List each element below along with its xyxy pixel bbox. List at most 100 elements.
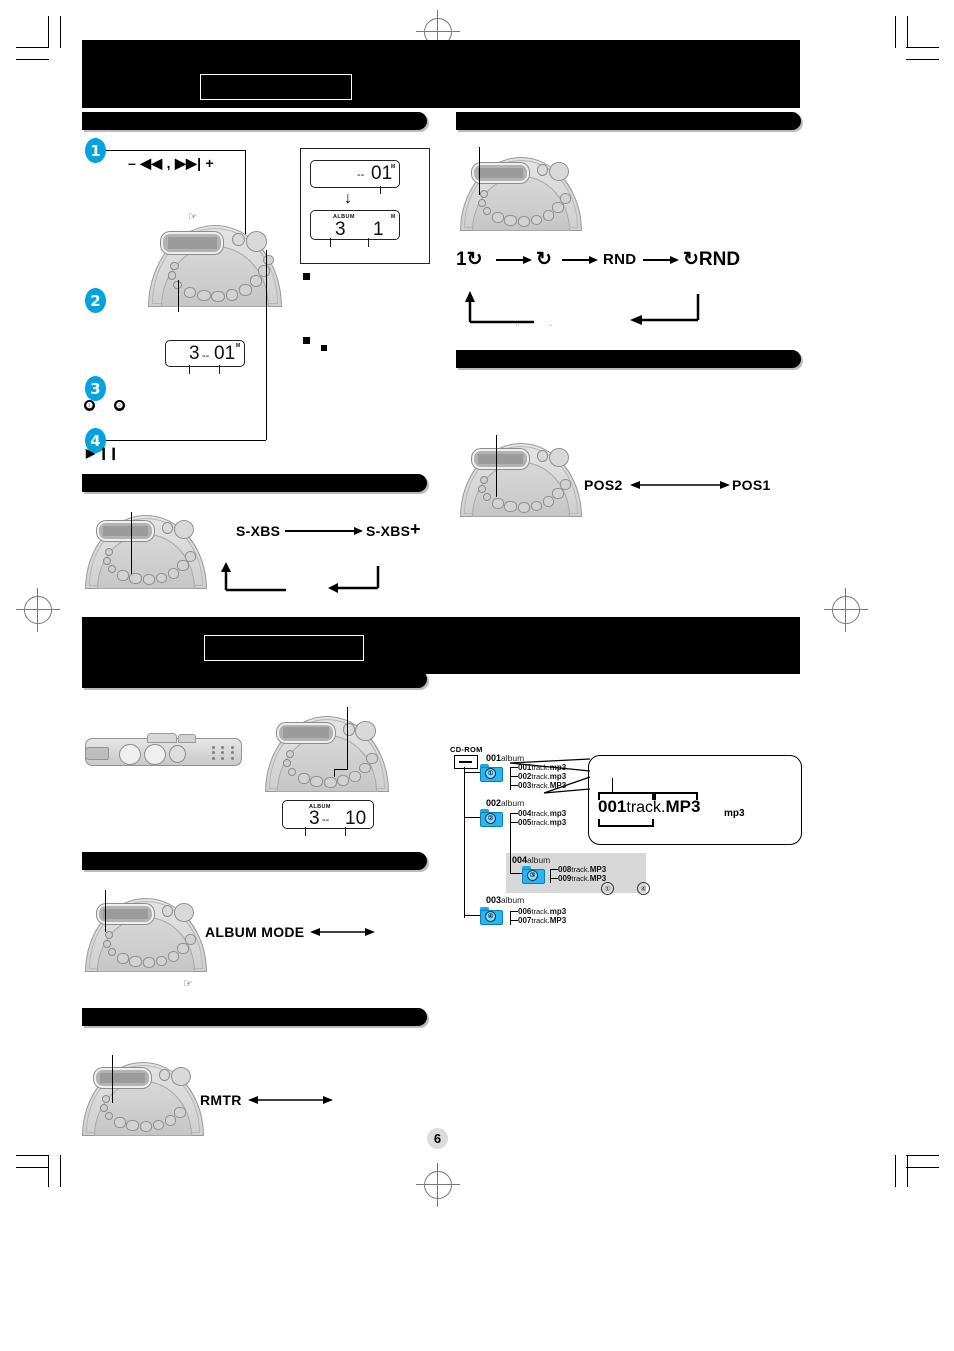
leader-line [178, 280, 179, 312]
tree-branch [510, 813, 511, 827]
repeat-arrow-2 [562, 256, 598, 264]
tree-ref-2: ④ [637, 882, 650, 895]
callout-pointer-lines [510, 758, 591, 794]
hand-pointer-icon: ☞ [188, 211, 198, 223]
bar-mp3-play [82, 670, 427, 688]
crop-mark [906, 59, 939, 60]
main-banner-2-title-box [204, 635, 364, 661]
album-mode-arrow [310, 928, 375, 936]
tree-track-007: 007track.MP3 [518, 916, 566, 925]
crop-mark [895, 1155, 896, 1187]
repeat-arrow-1 [496, 256, 532, 264]
lcd-tick [219, 365, 220, 374]
sxbs-right-label: S-XBS [366, 523, 411, 539]
repeat-mode-2: ↻ [536, 249, 552, 270]
tree-branch [510, 920, 518, 921]
repeat-small-mark-1: ·· [515, 322, 520, 329]
play-pause-label: ▶ ❙❙ [86, 446, 119, 460]
tree-album-003-num: 003 [486, 895, 502, 905]
player-illustration-rmtr [82, 1062, 204, 1136]
tree-branch [464, 817, 480, 818]
repeat-mode-3: RND [603, 251, 637, 268]
tree-album-004-num: 004 [512, 855, 528, 865]
tree-folder-1: ① [480, 764, 503, 782]
bullet-1-glyph: ❶ [85, 401, 94, 410]
sxbs-loop-arrows [221, 562, 380, 593]
tree-track-008-num: 008 [558, 865, 572, 874]
repeat-mode-4: ↻RND [683, 249, 741, 270]
tree-track-005: 005track.mp3 [518, 818, 566, 827]
cd-rom-icon [454, 755, 478, 769]
tree-album-004-word: album [527, 855, 551, 865]
crop-mark [895, 16, 896, 48]
crop-mark [16, 1155, 49, 1156]
leader-line [106, 150, 246, 151]
page-number: 6 [427, 1128, 448, 1149]
callout-filename: 001track.MP3 [598, 797, 700, 817]
tree-folder-2-num: ② [485, 813, 496, 824]
player-illustration-mp3 [265, 716, 389, 792]
tree-folder-1-num: ① [485, 768, 496, 779]
album-mode-label: ALBUM MODE [205, 924, 305, 940]
bar-album-mode [82, 852, 427, 870]
lcd-tick [380, 186, 381, 194]
tree-track-008-ext: MP3 [589, 865, 607, 874]
repeat-small-mark-2: ·· [548, 322, 553, 329]
pos-right-label: POS1 [732, 477, 771, 493]
tree-root-label: CD-ROM [450, 745, 483, 754]
crop-mark [906, 1167, 939, 1168]
tree-branch [510, 827, 511, 873]
bar-rmtr [82, 1008, 427, 1026]
bullet-1: ❶ [84, 400, 95, 411]
tree-track-007-ext: MP3 [549, 916, 567, 925]
crop-mark [16, 1167, 49, 1168]
player-illustration-repeat [460, 157, 582, 231]
lcd-mp3-dashes: -- [322, 814, 330, 826]
callout-note-mp3: mp3 [724, 808, 745, 819]
tree-album-003-name: 003album [486, 895, 524, 905]
note-bullet [321, 345, 327, 351]
sxbs-left-label: S-XBS [236, 523, 281, 539]
callout-file-word: track. [626, 799, 666, 816]
tree-track-006-word: track. [531, 907, 550, 916]
leader-line [112, 1055, 113, 1103]
lcd-mp3-album: 3 [309, 808, 320, 829]
leader-line [105, 890, 106, 932]
tree-branch [510, 822, 518, 823]
lcd-step2-dashes: -- [202, 350, 210, 362]
callout-file-num: 001 [598, 797, 627, 816]
leader-line [334, 769, 348, 770]
skip-control-label: – ◀◀ , ▶▶| + [128, 155, 214, 171]
player-illustration-skip [148, 225, 282, 307]
lcd-tick [330, 238, 331, 247]
tree-track-004-num: 004 [518, 809, 532, 818]
tree-track-007-num: 007 [518, 916, 532, 925]
tree-ref-1: ① [601, 882, 614, 895]
lcd-tick [368, 238, 369, 247]
crop-mark [48, 1155, 49, 1187]
tree-branch [510, 813, 518, 814]
tree-album-003-word: album [501, 895, 525, 905]
lcd-callout-2: ALBUM 3 1 M [310, 210, 400, 240]
rmtr-label: RMTR [200, 1092, 242, 1108]
callout-tick [612, 778, 613, 792]
callout-bracket-num-bottom [598, 819, 654, 827]
tree-track-006: 006track.mp3 [518, 907, 566, 916]
lcd-step2-track: 01 [214, 343, 236, 364]
tree-branch [550, 878, 558, 879]
lcd-tick [305, 827, 306, 836]
tree-track-005-ext: mp3 [549, 818, 567, 827]
main-banner-1 [82, 40, 800, 108]
leader-line [496, 435, 497, 497]
lcd-mp3-track: 10 [345, 808, 367, 829]
tree-track-009: 009track.MP3 [558, 874, 606, 883]
crop-mark [48, 16, 49, 48]
tree-branch [464, 772, 480, 773]
down-arrow-icon: ↓ [344, 190, 352, 207]
main-banner-2 [82, 617, 800, 674]
player-illustration-pos [460, 443, 582, 517]
registration-mark-bottom [416, 1163, 460, 1207]
lcd-mp3-play: ALBUM 3 -- 10 [282, 800, 374, 829]
lcd-callout-1-m-tag: M [391, 164, 396, 170]
bullet-2-glyph: ❷ [115, 401, 124, 410]
